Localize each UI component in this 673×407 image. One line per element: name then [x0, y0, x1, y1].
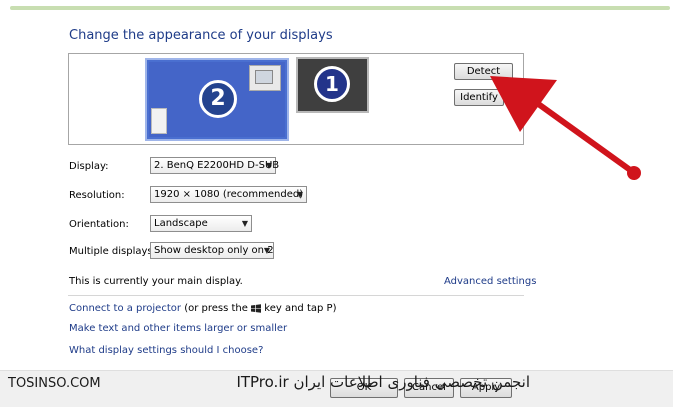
page-title: Change the appearance of your displays — [69, 28, 333, 43]
window-inner-thumbnail — [255, 70, 273, 84]
multiple-displays-dropdown-value: Show desktop only on 2 — [154, 245, 274, 256]
watermark-right: انجمن تخصصی فناوری اطلاعات ایران ITPro.i… — [236, 373, 530, 391]
orientation-label: Orientation: — [69, 219, 129, 230]
projector-hint-suffix: key and tap P) — [264, 303, 337, 314]
monitor-1[interactable]: 1 — [296, 57, 369, 113]
identify-button[interactable]: Identify — [454, 89, 504, 106]
watermark-left: TOSINSO.COM — [8, 376, 101, 391]
multiple-displays-label: Multiple displays: — [69, 246, 156, 257]
display-help-link[interactable]: What display settings should I choose? — [69, 345, 263, 356]
chevron-down-icon: ▼ — [296, 190, 303, 199]
chevron-down-icon: ▼ — [265, 161, 272, 170]
monitor-2-selected[interactable]: 2 — [145, 58, 289, 141]
display-dropdown[interactable]: 2. BenQ E2200HD D-SUB ▼ — [150, 157, 280, 174]
chevron-down-icon: ▼ — [263, 246, 270, 255]
resolution-label: Resolution: — [69, 190, 125, 201]
sidebar-thumbnail-icon — [151, 108, 167, 134]
chevron-down-icon: ▼ — [241, 219, 248, 228]
monitor-2-number: 2 — [199, 80, 237, 118]
window-thumbnail-icon — [249, 65, 281, 91]
text-size-link[interactable]: Make text and other items larger or smal… — [69, 323, 287, 334]
top-accent-bar — [10, 6, 670, 10]
detect-button[interactable]: Detect — [454, 63, 513, 80]
projector-hint-prefix: (or press the — [184, 303, 248, 314]
divider — [68, 295, 524, 296]
resolution-dropdown-value: 1920 × 1080 (recommended) — [154, 189, 304, 200]
resolution-dropdown[interactable]: 1920 × 1080 (recommended) ▼ — [150, 186, 307, 203]
windows-key-icon — [251, 303, 262, 313]
multiple-displays-dropdown[interactable]: Show desktop only on 2 ▼ — [150, 242, 274, 259]
display-dropdown-value: 2. BenQ E2200HD D-SUB — [154, 160, 280, 171]
projector-line: Connect to a projector (or press the key… — [69, 303, 336, 314]
window-top-border — [0, 0, 673, 10]
main-display-text: This is currently your main display. — [69, 276, 243, 287]
monitor-1-number: 1 — [314, 66, 350, 102]
orientation-dropdown[interactable]: Landscape ▼ — [150, 215, 252, 232]
display-label: Display: — [69, 161, 109, 172]
connect-projector-link[interactable]: Connect to a projector — [69, 303, 181, 314]
advanced-settings-link[interactable]: Advanced settings — [444, 276, 536, 287]
orientation-dropdown-value: Landscape — [154, 218, 208, 229]
